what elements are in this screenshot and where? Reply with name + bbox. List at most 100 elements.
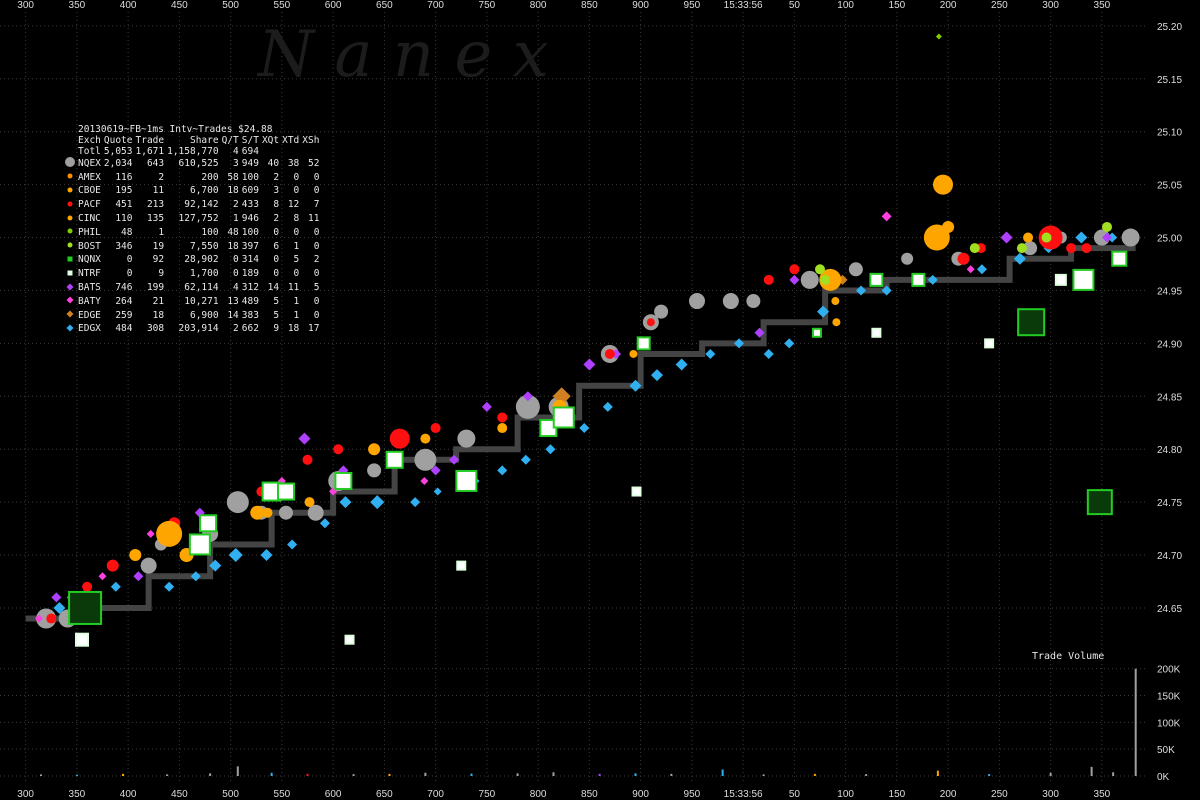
trade-point-edgx: [784, 338, 795, 349]
volume-bar: [424, 772, 427, 776]
volume-bar: [236, 766, 239, 776]
trade-point-ntrf: [344, 634, 355, 645]
legend-cell: 2: [233, 323, 239, 335]
legend-cell: EDGX: [78, 323, 101, 335]
trade-point-pacf: [106, 559, 119, 572]
trade-point-nqnx: [455, 469, 478, 492]
x-tick-label: 350: [69, 0, 86, 11]
x-tick-label: 350: [69, 789, 86, 800]
legend-cell: 1: [293, 240, 300, 252]
x-tick-label: 600: [325, 789, 342, 800]
legend-header-cell: XSh: [302, 134, 320, 146]
legend-cell: 2: [273, 171, 280, 183]
volume-bar: [1134, 668, 1137, 776]
legend-cell: 1,700: [189, 268, 219, 280]
legend-cell: AMEX: [78, 171, 101, 183]
trade-point-nqnx: [869, 272, 884, 287]
legend-cell: 0: [233, 254, 239, 266]
legend-cell: 17: [308, 323, 320, 335]
trade-point-cboe: [832, 318, 841, 327]
legend-cell: 9: [158, 268, 165, 280]
legend-cell: 100: [241, 171, 259, 183]
x-tick-label: 550: [274, 0, 291, 11]
x-tick-label: 900: [632, 0, 649, 11]
trade-point-nqnx: [811, 327, 822, 338]
trade-point-edgx: [602, 401, 613, 412]
trade-point-cboe: [497, 423, 508, 434]
legend-cell: 40: [267, 157, 280, 169]
x-tick-label: 400: [120, 789, 137, 800]
x-tick-label: 300: [1042, 0, 1059, 11]
trade-point-nqex: [689, 293, 705, 310]
trade-point-baty: [966, 265, 975, 274]
legend-cell: 746: [115, 282, 133, 294]
legend-cell: 0: [313, 226, 320, 238]
trades-chart: N a n e x 300300350350400400450450500500…: [0, 0, 1182, 800]
trade-point-edgx: [228, 548, 243, 563]
trade-point-nqnx: [385, 450, 404, 469]
trade-point-cboe: [304, 497, 315, 508]
legend-cell: 195: [115, 185, 133, 197]
legend-cell: 4: [233, 282, 239, 294]
trade-point-edgx: [976, 264, 987, 275]
trade-point-nqex: [654, 304, 669, 319]
legend-cell: 1: [233, 213, 239, 225]
trade-point-edgx: [927, 274, 938, 285]
legend-cell: 0: [313, 309, 320, 321]
legend-header-cell: Share: [189, 134, 219, 146]
legend-cell: 2: [158, 171, 165, 183]
legend-cell: 5: [273, 309, 280, 321]
legend-cell: 18: [227, 185, 239, 197]
legend-cell: 92: [152, 254, 165, 266]
legend-cell: 264: [115, 295, 133, 307]
trade-point-bost: [1041, 232, 1052, 243]
legend-cell: 1: [158, 226, 165, 238]
legend-cell: 5: [293, 254, 300, 266]
x-tick-label: 50: [789, 789, 801, 800]
trade-point-cboe: [250, 505, 265, 520]
trade-point-pacf: [763, 274, 774, 285]
trade-point-bats: [1000, 231, 1013, 244]
legend-cell: 3: [233, 157, 239, 169]
y-tick-label: 25.20: [1157, 22, 1182, 33]
legend-cell: 38: [287, 157, 300, 169]
trade-point-ntrf: [631, 486, 642, 497]
trade-point-nqex: [901, 252, 914, 265]
legend-cell: 18: [227, 240, 239, 252]
legend-cell: EDGE: [78, 309, 101, 321]
trade-point-nqnx: [188, 533, 211, 556]
x-tick-label: 100: [837, 0, 854, 11]
legend-row: NQNX 0 92 28,902 0 314 0 5 2: [64, 254, 322, 268]
legend-cell: 694: [241, 145, 259, 157]
legend-cell: 13: [227, 295, 239, 307]
y-tick-label: 24.80: [1157, 445, 1182, 456]
y-tick-label: 24.75: [1157, 498, 1182, 509]
legend-cell: 0: [233, 268, 239, 280]
trade-point-edgx: [497, 465, 508, 476]
legend-cell: 11: [287, 282, 300, 294]
legend-cell: 200: [201, 171, 219, 183]
legend-cell: 58: [227, 171, 239, 183]
trade-point-bost: [1102, 221, 1112, 232]
trade-point-cboe: [942, 220, 955, 233]
legend-header-cell: S/T: [241, 134, 259, 146]
legend-cell: 5: [273, 295, 280, 307]
y-tick-label: 24.70: [1157, 551, 1182, 562]
legend-cell: 489: [241, 295, 259, 307]
legend-row: BATY 264 21 10,271 13 489 5 1 0: [64, 295, 322, 309]
legend-symbol: [64, 213, 76, 227]
x-tick-label: 250: [991, 789, 1008, 800]
legend-row: BOST 346 19 7,550 18 397 6 1 0: [64, 240, 322, 254]
vol-tick-label: 0K: [1157, 772, 1170, 783]
legend-cell: 643: [146, 157, 165, 169]
legend-header-cell: XTd: [282, 134, 300, 146]
legend-cell: 1: [293, 295, 300, 307]
legend-cell: 0: [273, 226, 280, 238]
trade-point-edgx: [164, 581, 175, 592]
trade-point-edgx: [370, 495, 385, 510]
trade-point-cboe: [831, 297, 840, 306]
trade-point-pacf: [646, 318, 655, 327]
legend-cell: 609: [241, 185, 259, 197]
trade-point-pacf: [82, 581, 93, 592]
trade-point-phil: [935, 33, 942, 40]
